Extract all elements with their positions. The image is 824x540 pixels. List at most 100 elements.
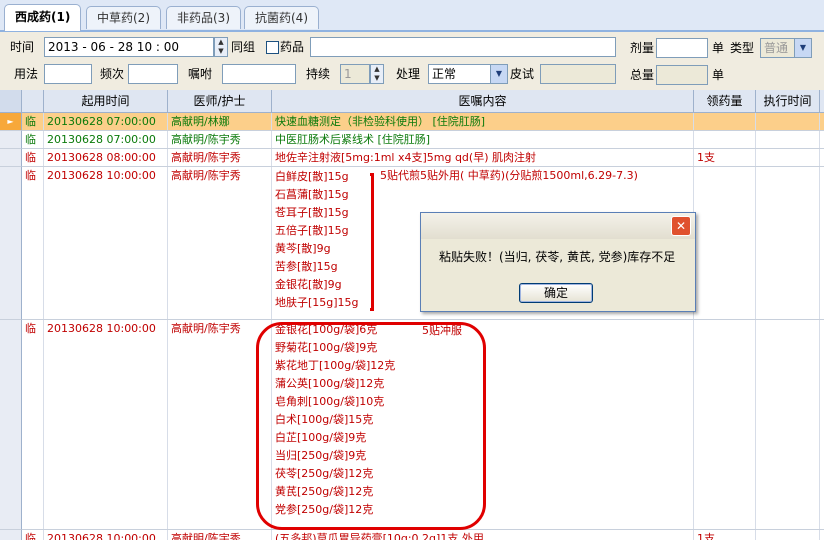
duration-label: 持续 [306, 67, 331, 81]
instruction-label: 嘱咐 [188, 67, 213, 81]
cell-content: 地佐辛注射液[5mg:1ml x4支]5mg qd(早) 肌肉注射 [272, 149, 694, 166]
cell-time: 20130628 07:00:00 [44, 131, 168, 148]
handle-label: 处理 [396, 67, 421, 81]
column-header-exec-time[interactable]: 执行时间 [756, 90, 820, 112]
cell-doctor: 高献明/陈宇秀 [168, 167, 272, 319]
list-item: 白鲜皮[散]15g [275, 170, 349, 183]
tab-antibiotic[interactable]: 抗菌药(4) [244, 6, 319, 29]
drug-label: 药品 [280, 40, 305, 54]
list-item: 苍耳子[散]15g [275, 206, 349, 219]
same-group-label: 同组 [231, 40, 256, 54]
instruction-input[interactable] [222, 64, 296, 84]
chevron-down-icon: ▼ [794, 39, 811, 57]
close-icon[interactable]: ✕ [671, 216, 691, 236]
cell-time: 20130628 10:00:00 [44, 530, 168, 540]
list-item: 黄芩[散]9g [275, 242, 331, 255]
list-item: 金银花[散]9g [275, 278, 342, 291]
cell-doctor: 高献明/林娜 [168, 113, 272, 130]
table-row[interactable]: 临 20130628 08:00:00 高献明/陈宇秀 地佐辛注射液[5mg:1… [22, 149, 824, 167]
row-selector[interactable] [0, 530, 22, 540]
column-header-doctor[interactable]: 医师/护士 [168, 90, 272, 112]
total-unit-label: 单 [712, 68, 725, 82]
cell-content: (五多邦)草瓜胃异药膏[10g:0.2g]1支 外用 [272, 530, 694, 540]
group-note: 5贴代煎5贴外用( 中草药)(分贴煎1500ml,6.29-7.3) [380, 169, 638, 182]
cell-content: 中医肛肠术后紧线术 [住院肛肠] [272, 131, 694, 148]
row-selector[interactable] [0, 131, 22, 149]
dose-unit-label: 单 [712, 41, 725, 55]
tab-western-medicine[interactable]: 西成药(1) [4, 4, 82, 31]
table-row[interactable]: 临 20130628 10:00:00 高献明/陈宇秀 (五多邦)草瓜胃异药膏[… [22, 530, 824, 540]
cell-quantity [694, 131, 756, 148]
cell-time: 20130628 08:00:00 [44, 149, 168, 166]
table-row[interactable]: 临 20130628 07:00:00 高献明/林娜 快速血糖测定（非检验科使用… [22, 113, 824, 131]
list-item: 党参[250g/袋]12克 [275, 503, 374, 516]
cell-kind: 临 [22, 131, 44, 148]
duration-spinner[interactable]: ▲ ▼ [370, 64, 384, 84]
dose-input[interactable] [656, 38, 708, 58]
list-item: 野菊花[100g/袋]9克 [275, 341, 378, 354]
list-item: 苦参[散]15g [275, 260, 338, 273]
row-selector-current[interactable]: ► [0, 113, 22, 131]
list-item: 五倍子[散]15g [275, 224, 349, 237]
type-value: 普通 [764, 41, 789, 55]
cell-quantity [694, 320, 756, 529]
type-label: 类型 [730, 41, 755, 55]
list-item: 紫花地丁[100g/袋]12克 [275, 359, 396, 372]
cell-kind: 临 [22, 167, 44, 319]
list-item: 金银花[100g/袋]6克 [275, 323, 378, 336]
cell-kind: 临 [22, 530, 44, 540]
handle-select[interactable]: 正常 ▼ [428, 64, 508, 84]
order-entry-form: 时间 2013 - 06 - 28 10 : 00 ▲ ▼ 同组 药品 剂量 单 … [0, 32, 824, 88]
herb-list: 金银花[100g/袋]6克 野菊花[100g/袋]9克 紫花地丁[100g/袋]… [275, 321, 395, 519]
row-selector[interactable] [0, 320, 22, 530]
total-input[interactable] [656, 65, 708, 85]
cell-quantity [694, 113, 756, 130]
column-header-quantity[interactable]: 领药量 [694, 90, 756, 112]
cell-kind: 临 [22, 320, 44, 529]
kind-column-header [22, 90, 44, 112]
cell-content: 快速血糖测定（非检验科使用） [住院肛肠] [272, 113, 694, 130]
time-picker[interactable]: 2013 - 06 - 28 10 : 00 [44, 37, 214, 57]
group-note: 5贴冲服 [422, 324, 462, 337]
duration-input[interactable]: 1 [340, 64, 370, 84]
frequency-input[interactable] [128, 64, 178, 84]
column-header-start-time[interactable]: 起用时间 [44, 90, 168, 112]
usage-label: 用法 [14, 67, 39, 81]
time-spinner[interactable]: ▲ ▼ [214, 37, 228, 57]
group-bracket [370, 173, 374, 311]
drug-input[interactable] [310, 37, 616, 57]
cell-exec-time [756, 149, 820, 166]
error-dialog: ✕ 粘贴失败！(当归, 茯苓, 黄芪, 党参)库存不足 确定 [420, 212, 696, 312]
dialog-title-bar[interactable] [421, 213, 695, 239]
cell-kind: 临 [22, 113, 44, 130]
row-selector[interactable] [0, 149, 22, 167]
cell-kind: 临 [22, 149, 44, 166]
dialog-message: 粘贴失败！(当归, 茯苓, 黄芪, 党参)库存不足 [439, 250, 676, 264]
ok-button[interactable]: 确定 [519, 283, 593, 303]
tab-chinese-herbal[interactable]: 中草药(2) [86, 6, 161, 29]
type-select[interactable]: 普通 ▼ [760, 38, 812, 58]
total-label: 总量 [630, 68, 655, 82]
cell-time: 20130628 10:00:00 [44, 167, 168, 319]
frequency-label: 频次 [100, 67, 125, 81]
orders-grid: 起用时间 医师/护士 医嘱内容 领药量 执行时间 ► 临 20130628 07… [0, 90, 824, 540]
cell-exec-time [756, 131, 820, 148]
list-item: 茯苓[250g/袋]12克 [275, 467, 374, 480]
chevron-down-icon: ▼ [490, 65, 507, 83]
table-row[interactable]: 临 20130628 07:00:00 高献明/陈宇秀 中医肛肠术后紧线术 [住… [22, 131, 824, 149]
list-item: 地肤子[15g]15g [275, 296, 359, 309]
cell-time: 20130628 10:00:00 [44, 320, 168, 529]
herb-list: 白鲜皮[散]15g 石菖蒲[散]15g 苍耳子[散]15g 五倍子[散]15g … [275, 168, 359, 312]
usage-input[interactable] [44, 64, 92, 84]
cell-doctor: 高献明/陈宇秀 [168, 149, 272, 166]
table-row[interactable]: 临 20130628 10:00:00 高献明/陈宇秀 金银花[100g/袋]6… [22, 320, 824, 530]
row-selector[interactable] [0, 167, 22, 320]
tab-non-drug[interactable]: 非药品(3) [166, 6, 241, 29]
list-item: 蒲公英[100g/袋]12克 [275, 377, 385, 390]
skin-test-input[interactable] [540, 64, 616, 84]
drug-checkbox[interactable] [266, 41, 279, 54]
column-header-content[interactable]: 医嘱内容 [272, 90, 694, 112]
cell-exec-time [756, 320, 820, 529]
row-selector-header [0, 90, 22, 112]
list-item: 皂角刺[100g/袋]10克 [275, 395, 385, 408]
